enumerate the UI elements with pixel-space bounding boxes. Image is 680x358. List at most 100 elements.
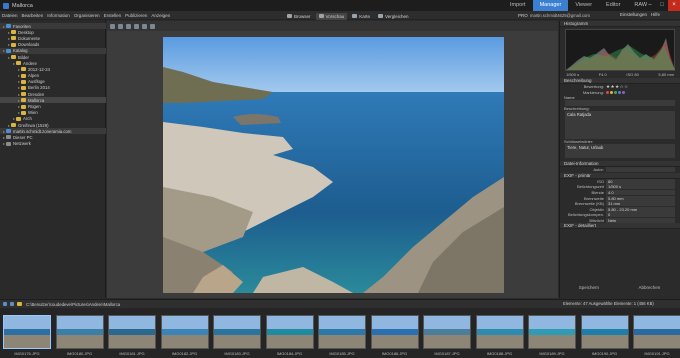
rating-stars[interactable]: ★★★☆☆ [606, 84, 629, 90]
preview-button[interactable]: Vorschau [315, 12, 348, 20]
green-marker-icon[interactable] [614, 90, 617, 94]
exif-row: Blende 4.0 [560, 190, 680, 196]
exif-value[interactable]: 1/500 s [606, 184, 675, 190]
exif-value[interactable]: 5.80 mm [606, 195, 675, 201]
exif-key: Blitzlicht [589, 218, 604, 224]
folder-label: Ausflüge [28, 79, 45, 85]
keywords-field[interactable]: Tiere, Natur, Urlaub [565, 144, 675, 158]
browser-button[interactable]: Browser [284, 13, 314, 20]
folder-icon [6, 48, 11, 53]
thumbnail[interactable] [213, 315, 261, 349]
cancel-button[interactable]: Abbrechen [638, 285, 660, 290]
thumbnail-label: IMG0180.JPG [66, 351, 93, 356]
menu-anzeigen[interactable]: Anzeigen [149, 13, 172, 18]
folder-icon [11, 36, 16, 41]
exif-key: Blende [591, 190, 604, 196]
settings-link[interactable]: Einstellungen [620, 12, 647, 17]
marker-label: Markierung: [582, 89, 604, 95]
folder-icon [21, 67, 26, 72]
tab-import[interactable]: Import [503, 0, 533, 11]
menu-organisieren[interactable]: Organisieren [72, 13, 102, 18]
tab-viewer[interactable]: Viewer [568, 0, 599, 11]
zoom-in-icon[interactable] [126, 23, 131, 29]
image-viewer[interactable] [107, 31, 558, 298]
thumbnail[interactable] [528, 315, 576, 349]
thumbnail[interactable] [265, 315, 314, 349]
thumbnail[interactable] [370, 315, 419, 349]
thumbnail[interactable] [633, 315, 680, 349]
filmstrip: IMG0176.JPG IMG0180.JPG IMG0181.JPG IMG0182… [0, 308, 680, 358]
menu-erstellen[interactable]: Erstellen [102, 13, 124, 18]
menu-publizieren[interactable]: Publizieren [123, 13, 149, 18]
tab-editor[interactable]: Editor [599, 0, 627, 11]
minimize-icon[interactable]: – [644, 0, 656, 11]
exif-value[interactable]: 80 [606, 178, 675, 184]
compare-label: Vergleichen [385, 13, 409, 19]
thumbnail[interactable] [55, 315, 104, 349]
thumbnail-label: IMG0184.JPG [276, 351, 303, 356]
tab-manager[interactable]: Manager [532, 0, 569, 11]
folder-icon [6, 129, 11, 134]
thumbnail-label: IMG0181.JPG [119, 351, 145, 356]
menu-information[interactable]: Information [45, 13, 72, 18]
blue-marker-icon[interactable] [618, 90, 621, 94]
fullscreen-icon[interactable] [150, 23, 155, 29]
folder-label: Greifswa (1528) [18, 122, 49, 128]
exif-key: ISO [597, 178, 604, 184]
close-icon[interactable]: × [668, 0, 680, 11]
exif-value[interactable]: 4.0 [606, 190, 675, 196]
thumbnail[interactable] [108, 315, 156, 349]
exif-row: ISO 80 [560, 178, 680, 185]
folder-icon [21, 73, 26, 78]
thumbnail[interactable] [318, 315, 366, 349]
thumbnail[interactable] [3, 315, 51, 349]
purple-marker-icon[interactable] [622, 90, 625, 94]
path-text[interactable]: C:\Benutzer\coudedeve\Pictures\Andere\Ma… [26, 302, 120, 307]
folder-item[interactable]: ▸ Netzwerk [0, 141, 106, 147]
info-panel: Histogramm 1/500 s F4.0 ISO 80 5,80 mm B… [559, 21, 680, 298]
rotate-left-icon[interactable] [110, 23, 115, 29]
exif-row: Brennweite 5.80 mm [560, 195, 680, 201]
color-markers[interactable] [606, 90, 625, 94]
preview-icon [318, 14, 324, 18]
fit-icon[interactable] [142, 23, 147, 29]
help-link[interactable]: Hilfe [651, 12, 660, 17]
thumbnail[interactable] [475, 315, 524, 349]
browser-icon [287, 14, 292, 18]
account-email[interactable]: martin.schmidt4625@gmail.com [530, 13, 590, 18]
thumbnail-label: IMG0191.JPG [644, 351, 670, 356]
folder-icon [11, 30, 16, 35]
author-label: Autor: [593, 167, 604, 173]
forward-icon[interactable] [10, 302, 14, 306]
save-button[interactable]: Speichern [579, 285, 599, 290]
exif-value[interactable]: 5.80 - 23.20 mm [606, 206, 675, 212]
folder-label: Berlin 2014 [28, 85, 50, 91]
folder-icon [16, 61, 21, 66]
menu-bearbeiten[interactable]: Bearbeiten [20, 13, 46, 18]
exif-value[interactable]: 31 mm [606, 201, 675, 207]
status-text: Elemente: 47 Ausgewählte Elemente: 1 (45… [563, 301, 654, 306]
red-marker-icon[interactable] [606, 90, 609, 94]
zoom-out-icon[interactable] [134, 23, 139, 29]
folder-label: 2012-12-24 [28, 66, 50, 72]
thumbnail[interactable] [160, 315, 209, 349]
back-icon[interactable] [3, 302, 7, 306]
folder-icon [21, 92, 26, 97]
folder-label: Andere [23, 60, 37, 66]
maximize-icon[interactable]: □ [656, 0, 668, 11]
description-field[interactable]: Cala Ratjada [565, 111, 675, 139]
thumbnail[interactable] [580, 315, 629, 349]
map-button[interactable]: Karte [349, 13, 373, 20]
exif-value[interactable]: Nein [606, 218, 675, 224]
menu-dateien[interactable]: Dateien [0, 13, 20, 18]
rotate-right-icon[interactable] [118, 23, 123, 29]
yellow-marker-icon[interactable] [610, 90, 613, 94]
thumbnail[interactable] [423, 315, 471, 349]
exif-detail-header[interactable]: EXIF - detailliert [560, 223, 680, 230]
exif-value[interactable]: 0 [606, 212, 675, 218]
thumbnail-label: IMG0183.JPG [224, 351, 250, 356]
exif-row: Belichtungskompen. 0 [560, 212, 680, 218]
histogram-header[interactable]: Histogramm [560, 21, 680, 27]
compare-button[interactable]: Vergleichen [375, 13, 412, 20]
author-field[interactable] [606, 167, 675, 173]
